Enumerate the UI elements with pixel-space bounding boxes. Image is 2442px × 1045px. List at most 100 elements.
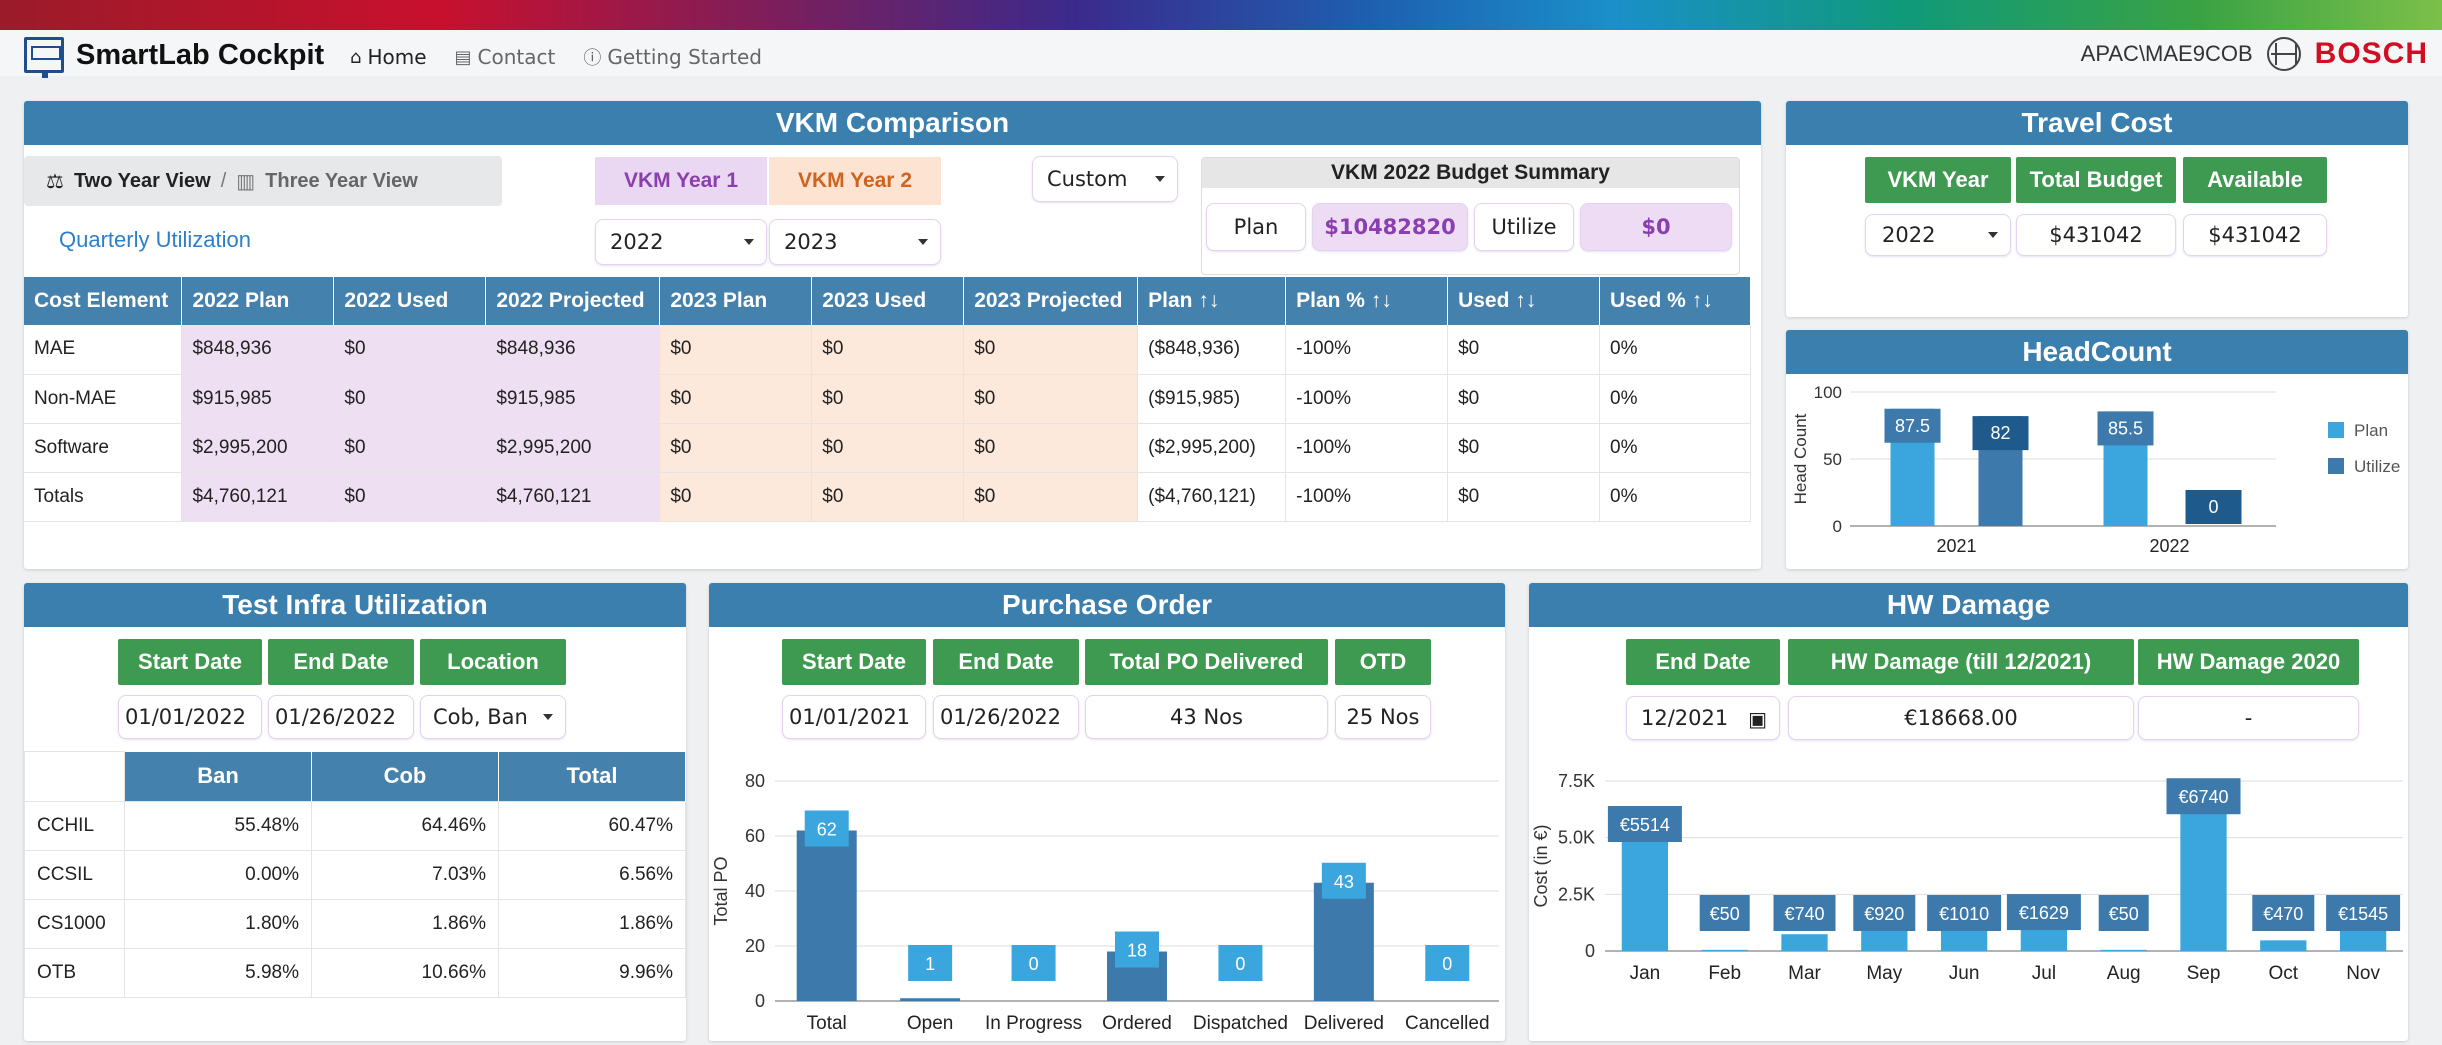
y-axis-label: Cost (in €) [1531,824,1551,907]
vkm-col-2: 2022 Used [333,277,487,325]
table-row: Non-MAE $915,985 $0 $915,985 $0 $0 $0 ($915,985… [24,374,1751,424]
table-cell: 6.56% [498,850,686,900]
data-label: 0 [1235,954,1245,974]
data-label: €470 [2263,904,2303,924]
data-label: 18 [1127,941,1147,961]
custom-range-select[interactable]: Custom [1032,156,1178,202]
travel-year-select[interactable]: 2022 [1865,214,2011,256]
tiu-location-select[interactable]: Cob, Ban [420,695,566,739]
year-view-toggle: ⚖ Two Year View / ▥ Three Year View [24,156,502,206]
table-cell: 0% [1599,472,1751,522]
tiu-end-input[interactable]: 01/26/2022 [268,695,414,739]
y-tick-label: 5.0K [1558,828,1595,848]
nav-home-label: Home [367,45,427,69]
vkm-title: VKM Comparison [24,101,1761,145]
calendar-icon[interactable]: ▣ [1748,707,1767,731]
vkm-year2-label: VKM Year 2 [769,157,941,205]
data-label: 0 [1442,954,1452,974]
travel-available-label: Available [2183,157,2327,203]
tiu-col-ban: Ban [124,751,312,802]
table-cell: 1.86% [311,899,499,949]
hw-damage-chart: 0 2.5K 5.0K 7.5K Cost (in €) Jan €5514 Feb €50 Ma… [1531,771,2403,984]
table-cell: $0 [659,423,813,473]
nav-home[interactable]: ⌂ Home [350,45,427,69]
vkm-year1-select[interactable]: 2022 [595,219,767,265]
data-label: 87.5 [1895,416,1930,436]
table-cell: 10.66% [311,948,499,998]
x-tick-label: Jul [2032,963,2056,984]
po-start-input[interactable]: 01/01/2021 [782,695,926,739]
y-tick-label: 2.5K [1558,884,1595,904]
table-cell: 55.48% [124,801,312,851]
bar-sep [2180,798,2227,951]
x-tick-label: Total [807,1013,847,1034]
vkm-col-8[interactable]: Plan % ↑↓ [1285,277,1449,325]
hw-end-label: End Date [1626,639,1780,685]
table-cell: -100% [1285,374,1449,424]
data-label: €1010 [1939,904,1989,924]
tiu-start-input[interactable]: 01/01/2022 [118,695,262,739]
contact-card-icon: ▤ [454,46,472,68]
two-year-view[interactable]: Two Year View [74,170,211,193]
table-cell: -100% [1285,472,1449,522]
nav-getting-started[interactable]: ⓘ Getting Started [583,44,762,70]
y-tick-label: 0 [1585,941,1595,961]
x-tick-label: 2021 [1936,536,1976,556]
x-tick-label: Aug [2107,963,2141,984]
brand[interactable]: SmartLab Cockpit [24,36,324,78]
nav-contact[interactable]: ▤ Contact [455,45,556,69]
top-color-stripe [0,0,2442,30]
table-cell: ($915,985) [1137,374,1287,424]
table-cell: -100% [1285,423,1449,473]
travel-total-label: Total Budget [2016,157,2176,203]
vkm-table-body: MAE $848,936 $0 $848,936 $0 $0 $0 ($848,936) -10… [24,325,1751,522]
po-end-input[interactable]: 01/26/2022 [933,695,1079,739]
table-cell: $0 [1447,325,1600,375]
vkm-col-9[interactable]: Used ↑↓ [1447,277,1600,325]
table-row: Software $2,995,200 $0 $2,995,200 $0 $0 $0 ($2,… [24,423,1751,473]
hw-2020-label: HW Damage 2020 [2138,639,2359,685]
table-cell: $0 [1447,472,1600,522]
table-cell: $0 [811,325,965,375]
vkm-year1-label: VKM Year 1 [595,157,767,205]
x-tick-label: Ordered [1102,1013,1172,1034]
table-cell: $0 [333,472,487,522]
budget-summary-title: VKM 2022 Budget Summary [1202,158,1739,188]
table-cell: $4,760,121 [485,472,661,522]
table-cell: 9.96% [498,948,686,998]
bar-open [900,998,961,1001]
legend-swatch-utilize [2328,458,2344,474]
table-cell: $0 [333,325,487,375]
table-cell: $848,936 [181,325,335,375]
bar-oct [2260,940,2307,951]
bosch-logo-icon [2266,37,2301,71]
vkm-comparison-panel: VKM Comparison ⚖ Two Year View / ▥ Three… [24,101,1761,569]
y-tick-label: 0 [755,991,765,1011]
vkm-col-7[interactable]: Plan ↑↓ [1137,277,1287,325]
chevron-down-icon [744,239,754,245]
travel-available-value: $431042 [2183,214,2327,256]
vkm-year2-select[interactable]: 2023 [769,219,941,265]
bar-may [1861,930,1908,951]
travel-year-label: VKM Year [1865,157,2011,203]
hw-end-input[interactable]: 12/2021 ▣ [1626,696,1780,740]
table-cell: OTB [24,948,125,998]
quarterly-utilization-link[interactable]: Quarterly Utilization [59,227,251,253]
bar-aug [2100,949,2147,951]
vkm-col-10[interactable]: Used % ↑↓ [1599,277,1751,325]
tiu-start-label: Start Date [118,639,262,685]
po-otd-label: OTD [1335,639,1431,685]
table-row: OTB 5.98% 10.66% 9.96% [24,948,686,998]
table-cell: $0 [811,423,965,473]
main-nav: ⌂ Home ▤ Contact ⓘ Getting Started [350,44,762,70]
budget-plan-label: Plan [1206,203,1306,251]
data-label: €1545 [2338,904,2388,924]
x-tick-label: Oct [2269,963,2299,984]
budget-utilize-label: Utilize [1474,203,1574,251]
table-cell: $0 [659,374,813,424]
chevron-down-icon [1988,232,1998,238]
user-id[interactable]: APAC\MAE9COB [2081,41,2253,67]
table-cell: $0 [333,374,487,424]
three-year-view[interactable]: Three Year View [265,170,418,193]
chevron-down-icon [543,714,553,720]
